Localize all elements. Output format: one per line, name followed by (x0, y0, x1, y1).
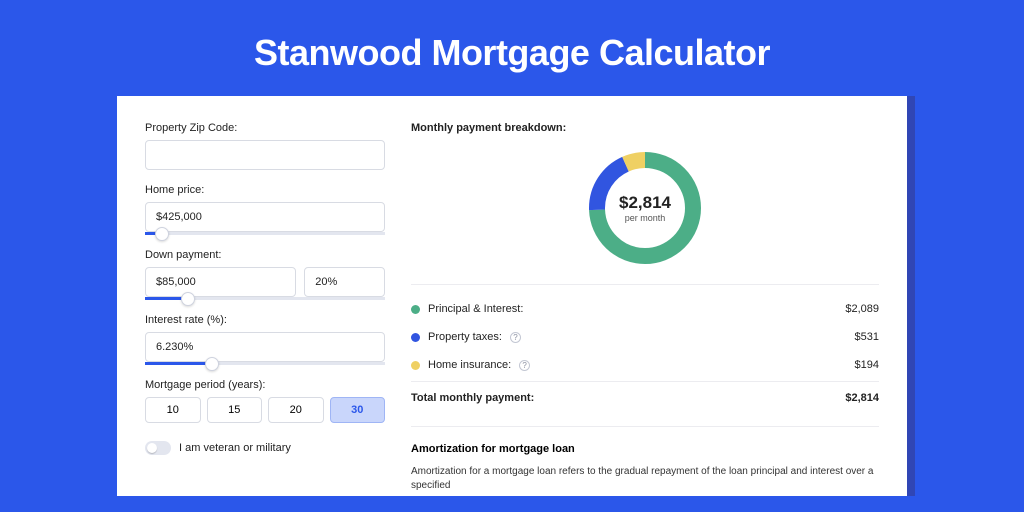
period-label: Mortgage period (years): (145, 379, 385, 391)
total-label: Total monthly payment: (411, 392, 534, 404)
veteran-row: I am veteran or military (145, 441, 385, 455)
slider-thumb[interactable] (155, 227, 169, 241)
line-label: Principal & Interest: (428, 303, 523, 315)
down-payment-group: Down payment: (145, 249, 385, 300)
breakdown-column: Monthly payment breakdown: $2,814 per mo… (411, 122, 879, 496)
donut-center: $2,814 per month (583, 146, 707, 270)
calculator-panel: Property Zip Code: Home price: Down paym… (117, 96, 907, 496)
dot-icon (411, 333, 420, 342)
veteran-toggle[interactable] (145, 441, 171, 455)
line-label: Property taxes: (428, 331, 502, 343)
slider-thumb[interactable] (181, 292, 195, 306)
period-options: 10 15 20 30 (145, 397, 385, 423)
breakdown-title: Monthly payment breakdown: (411, 122, 879, 134)
zip-label: Property Zip Code: (145, 122, 385, 134)
total-value: $2,814 (845, 392, 879, 404)
down-payment-slider[interactable] (145, 297, 385, 300)
donut-sub: per month (625, 213, 666, 223)
period-option-30[interactable]: 30 (330, 397, 386, 423)
line-label: Home insurance: (428, 359, 511, 371)
amortization-title: Amortization for mortgage loan (411, 443, 879, 455)
period-option-15[interactable]: 15 (207, 397, 263, 423)
interest-slider[interactable] (145, 362, 385, 365)
dot-icon (411, 361, 420, 370)
interest-group: Interest rate (%): (145, 314, 385, 365)
amortization-text: Amortization for a mortgage loan refers … (411, 465, 879, 493)
amortization-block: Amortization for mortgage loan Amortizat… (411, 426, 879, 493)
zip-group: Property Zip Code: (145, 122, 385, 170)
info-icon[interactable]: ? (510, 332, 521, 343)
home-price-input[interactable] (145, 202, 385, 232)
line-value: $531 (855, 331, 879, 343)
line-item-taxes: Property taxes: ? $531 (411, 323, 879, 351)
page-title: Stanwood Mortgage Calculator (0, 0, 1024, 96)
inputs-column: Property Zip Code: Home price: Down paym… (145, 122, 385, 496)
line-item-principal: Principal & Interest: $2,089 (411, 295, 879, 323)
home-price-label: Home price: (145, 184, 385, 196)
line-value: $2,089 (845, 303, 879, 315)
period-option-20[interactable]: 20 (268, 397, 324, 423)
line-item-insurance: Home insurance: ? $194 (411, 351, 879, 379)
down-payment-label: Down payment: (145, 249, 385, 261)
interest-input[interactable] (145, 332, 385, 362)
home-price-group: Home price: (145, 184, 385, 235)
home-price-slider[interactable] (145, 232, 385, 235)
dot-icon (411, 305, 420, 314)
divider (411, 284, 879, 285)
down-payment-amount-input[interactable] (145, 267, 296, 297)
line-item-total: Total monthly payment: $2,814 (411, 381, 879, 412)
veteran-label: I am veteran or military (179, 442, 291, 454)
zip-input[interactable] (145, 140, 385, 170)
donut-total: $2,814 (619, 193, 671, 213)
line-value: $194 (855, 359, 879, 371)
info-icon[interactable]: ? (519, 360, 530, 371)
slider-thumb[interactable] (205, 357, 219, 371)
period-group: Mortgage period (years): 10 15 20 30 (145, 379, 385, 423)
donut-chart: $2,814 per month (411, 146, 879, 270)
period-option-10[interactable]: 10 (145, 397, 201, 423)
interest-label: Interest rate (%): (145, 314, 385, 326)
down-payment-pct-input[interactable] (304, 267, 385, 297)
